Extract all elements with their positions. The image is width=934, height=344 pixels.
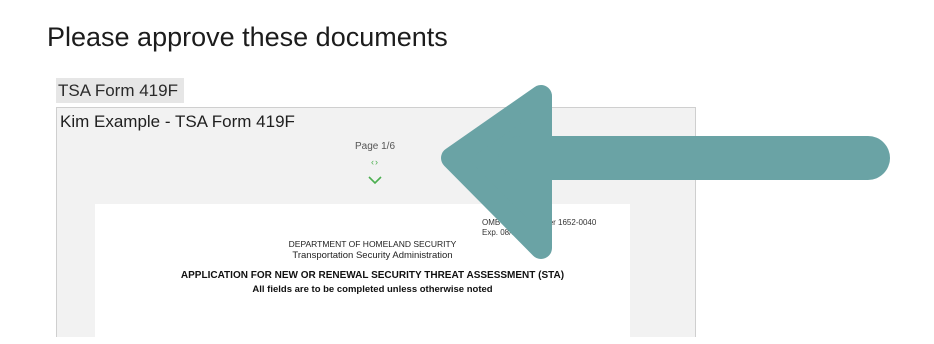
agency-name: Transportation Security Administration [292,250,453,261]
department-name: DEPARTMENT OF HOMELAND SECURITY [288,239,457,249]
page-indicator: Page 1/6 [354,141,396,152]
document-page: OMB control number 1652-0040 Exp. 08/31/… [95,204,630,344]
omb-expiration: Exp. 08/31/2019 [482,228,541,237]
chevron-left-right-icon[interactable]: ‹› [360,157,390,167]
viewer-title: Kim Example - TSA Form 419F [60,112,295,131]
document-viewer[interactable]: Kim Example - TSA Form 419F Page 1/6 ‹› … [56,107,696,344]
application-title: APPLICATION FOR NEW OR RENEWAL SECURITY … [180,270,565,281]
document-label[interactable]: TSA Form 419F [56,78,184,103]
application-instructions: All fields are to be completed unless ot… [252,284,493,295]
omb-control-number: OMB control number 1652-0040 [482,218,597,227]
page-title: Please approve these documents [47,22,448,52]
chevron-down-icon[interactable] [367,174,383,186]
